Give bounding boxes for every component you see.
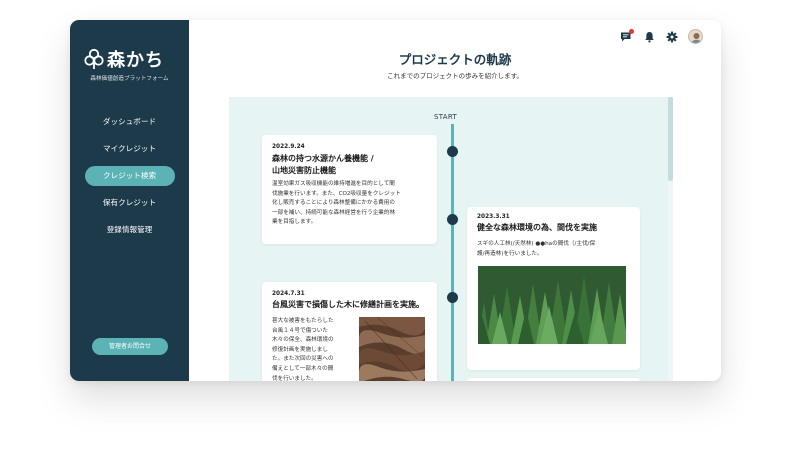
card-body: スギの人工林(/天然林) ●●haの間伐（/主伐/保 護/再造林)を行いました。 — [477, 241, 596, 257]
card-title: 健全な森林環境の為、間伐を実施 — [477, 223, 597, 232]
sidebar-nav: ダッシュボード マイクレジット クレジット検索 保有クレジット 登録情報管理 — [70, 112, 189, 247]
sidebar-item-owned-credit[interactable]: 保有クレジット — [85, 193, 175, 213]
app-window: 森かち 森林価値創造プラットフォーム ダッシュボード マイクレジット クレジット… — [70, 20, 721, 381]
card-date: 2023.3.31 — [477, 214, 510, 220]
header-icons — [619, 28, 703, 44]
bell-icon[interactable] — [642, 30, 656, 44]
logo-text: 森かち — [107, 50, 164, 71]
sidebar-item-my-credit[interactable]: マイクレジット — [85, 139, 175, 159]
timeline-card[interactable]: 2023.3.31 健全な森林環境の為、間伐を実施 スギの人工林(/天然林) ●… — [467, 207, 640, 370]
logo: 森かち — [84, 46, 164, 72]
timeline-panel[interactable]: START 2022.9.24 森林の持つ水源かん養機能 / 山地災害防止機能 … — [229, 97, 673, 381]
admin-contact-button[interactable]: 管理者お問合せ — [92, 338, 168, 355]
page-subtitle: これまでのプロジェクトの歩みを紹介します。 — [387, 72, 523, 80]
timeline-start-label: START — [434, 113, 458, 121]
logo-subtitle: 森林価値創造プラットフォーム — [90, 76, 169, 82]
card-date: 2024.7.31 — [272, 291, 305, 297]
forest-photo — [478, 266, 626, 344]
gear-icon[interactable] — [665, 30, 679, 44]
card-body: 甚大な被害をもたらした 台風１４号で傷ついた 木々の保全、森林環境の 修復計画を… — [272, 318, 334, 381]
timeline-card[interactable]: 2024.7.31 台風災害で損傷した木に修繕計画を実施。 甚大な被害をもたらし… — [262, 282, 437, 381]
scrollbar-thumb[interactable] — [668, 97, 673, 181]
chat-icon[interactable] — [619, 28, 634, 44]
card-body: 温室効果ガス吸収機能の維持増進を目的として間 伐施業を行います。また、CO2吸収… — [272, 181, 401, 226]
timeline-card[interactable]: 2022.9.24 森林の持つ水源かん養機能 / 山地災害防止機能 温室効果ガス… — [262, 135, 437, 244]
card-title: 森林の持つ水源かん養機能 / 山地災害防止機能 — [272, 154, 374, 175]
wood-photo — [359, 317, 425, 381]
sidebar: 森かち 森林価値創造プラットフォーム ダッシュボード マイクレジット クレジット… — [70, 20, 189, 381]
leaf-logo-icon — [84, 48, 104, 70]
sidebar-item-credit-search[interactable]: クレジット検索 — [84, 166, 175, 186]
sidebar-item-registration[interactable]: 登録情報管理 — [85, 220, 175, 240]
timeline-card[interactable] — [467, 378, 640, 381]
card-title: 台風災害で損傷した木に修繕計画を実施。 — [272, 300, 424, 309]
avatar[interactable] — [688, 29, 703, 44]
card-date: 2022.9.24 — [272, 144, 305, 150]
main-content: プロジェクトの軌跡 これまでのプロジェクトの歩みを紹介します。 START 20… — [189, 20, 721, 381]
scrollbar[interactable] — [668, 97, 673, 381]
notification-dot — [629, 28, 634, 34]
timeline-dot — [447, 214, 458, 225]
timeline-line — [451, 124, 454, 381]
timeline-dot — [447, 292, 458, 303]
sidebar-item-dashboard[interactable]: ダッシュボード — [85, 112, 175, 132]
page-title: プロジェクトの軌跡 — [398, 52, 512, 67]
timeline-dot — [447, 146, 458, 157]
